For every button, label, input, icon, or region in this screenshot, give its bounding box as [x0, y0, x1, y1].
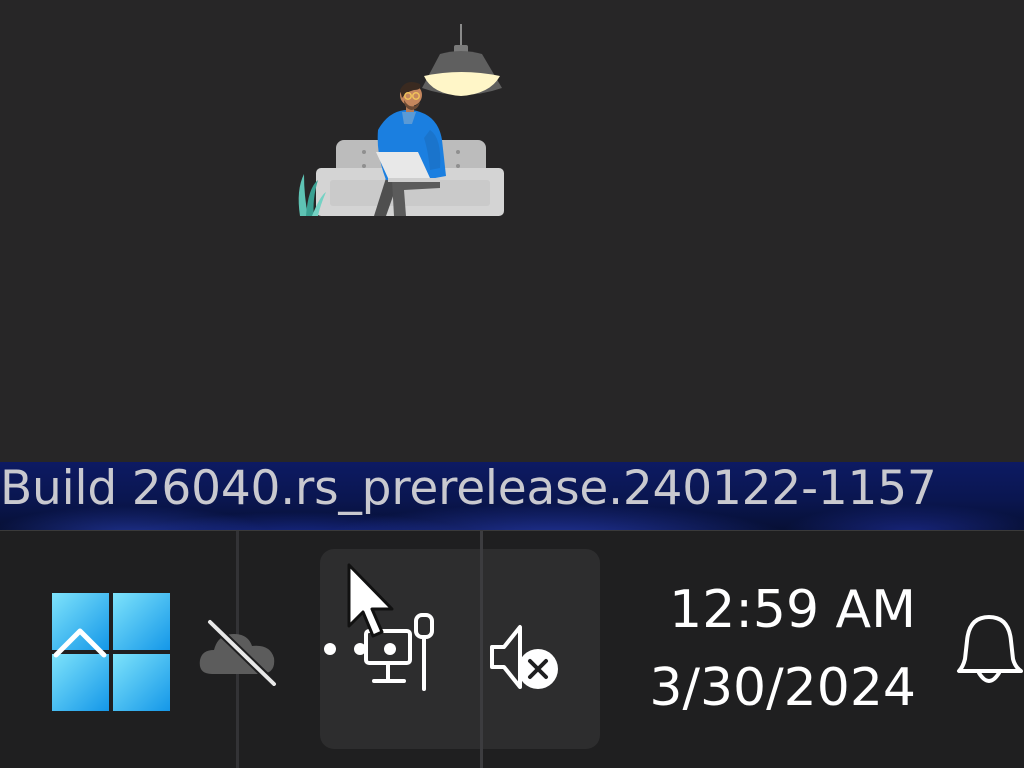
- onedrive-offline-icon[interactable]: [196, 616, 282, 686]
- taskbar-divider: [480, 531, 483, 768]
- ethernet-network-icon[interactable]: [320, 603, 440, 695]
- taskbar: 12:59 AM 3/30/2024: [0, 530, 1024, 768]
- clock-time: 12:59 AM: [669, 580, 916, 640]
- bell-icon[interactable]: [955, 611, 1024, 691]
- start-button[interactable]: [50, 591, 172, 713]
- taskbar-clock[interactable]: 12:59 AM 3/30/2024: [630, 569, 930, 729]
- build-watermark: Build 26040.rs_prerelease.240122-1157: [0, 462, 937, 516]
- clock-date: 3/30/2024: [649, 658, 916, 718]
- volume-muted-icon[interactable]: [486, 617, 566, 697]
- desktop-wallpaper: Build 26040.rs_prerelease.240122-1157: [0, 462, 1024, 530]
- desktop-screen: Build 26040.rs_prerelease.240122-1157 12…: [0, 0, 1024, 768]
- windows-logo-icon: [52, 593, 170, 711]
- person-on-couch-illustration: [298, 24, 504, 216]
- flyout-panel: [0, 0, 1024, 462]
